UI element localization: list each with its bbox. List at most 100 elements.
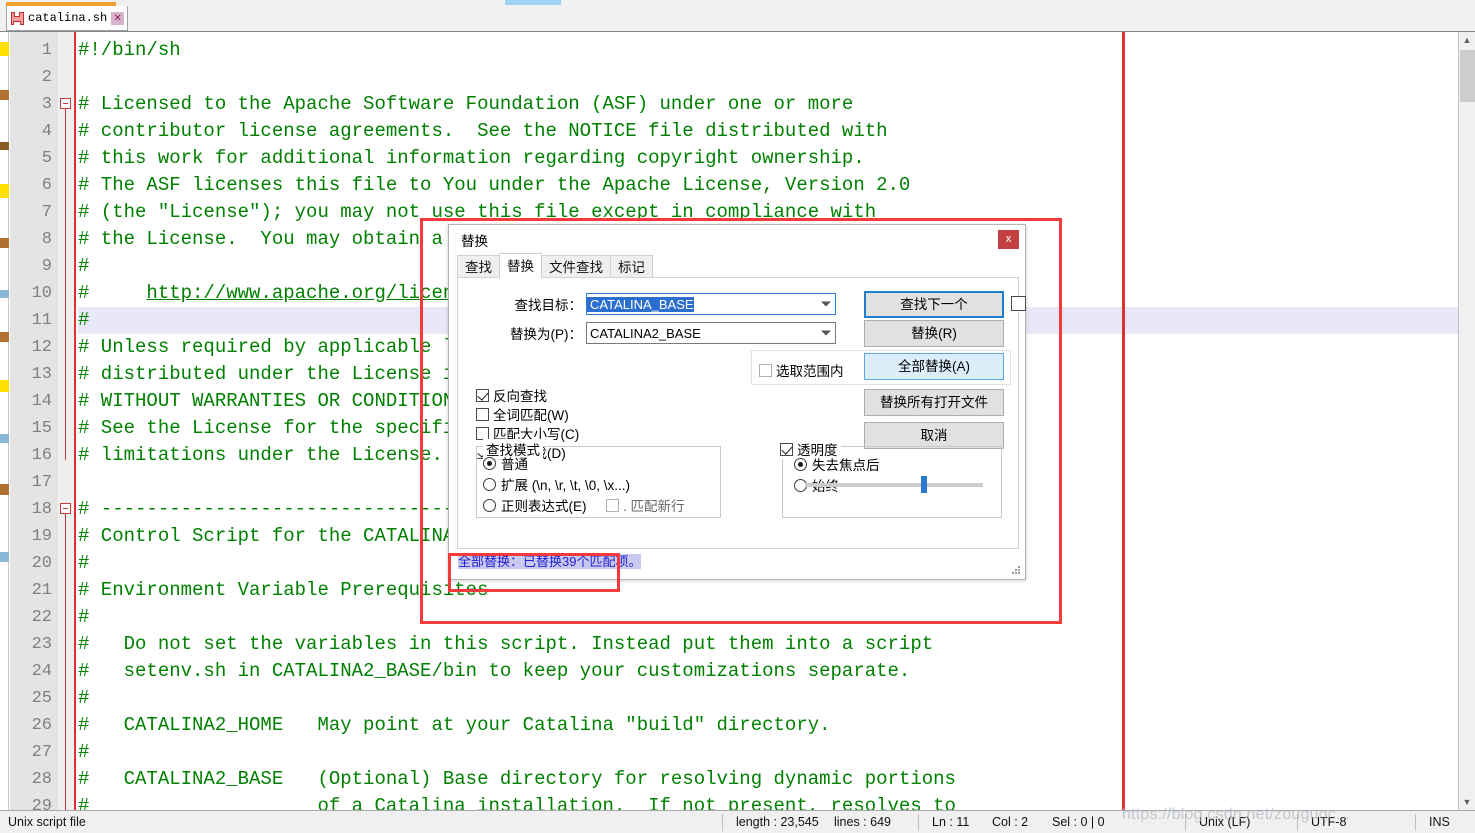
code-line[interactable]: #	[78, 604, 89, 631]
code-line[interactable]: # Licensed to the Apache Software Founda…	[78, 91, 853, 118]
dialog-close-button[interactable]: x	[998, 230, 1019, 249]
floppy-disk-icon	[11, 11, 24, 25]
fold-column[interactable]	[58, 32, 74, 811]
radio-indicator[interactable]	[483, 456, 496, 470]
document-map-marker	[0, 184, 9, 198]
chevron-down-icon[interactable]	[821, 330, 831, 336]
line-number: 2	[41, 68, 52, 87]
code-line[interactable]: #	[78, 685, 89, 712]
line-number: 21	[31, 581, 52, 600]
dialog-status-text: 全部替换：已替换39个匹配项。	[458, 554, 642, 569]
dialog-tab-2[interactable]: 文件查找	[541, 255, 611, 278]
find-next-button[interactable]: 查找下一个	[864, 291, 1004, 318]
vertical-scrollbar[interactable]: ▲ ▼	[1458, 32, 1475, 811]
status-length: length : 23,545	[736, 815, 819, 829]
search-mode-label: 扩展 (\n, \r, \t, \0, \x...)	[501, 478, 631, 493]
dot-matches-newline-row[interactable]: . 匹配新行	[606, 495, 685, 515]
in-selection-checkbox-row[interactable]: 选取范围内	[759, 360, 844, 380]
transparency-checkbox[interactable]	[780, 442, 793, 456]
scroll-down-icon[interactable]: ▼	[1459, 794, 1475, 811]
find-target-combo[interactable]: CATALINA_BASE	[586, 293, 836, 315]
fold-toggle-icon[interactable]	[60, 503, 71, 514]
line-number: 19	[31, 527, 52, 546]
tab-catalina-sh[interactable]: catalina.sh ✕	[6, 6, 129, 31]
find-target-label: 查找目标：	[514, 298, 583, 313]
code-line[interactable]: # The ASF licenses this file to You unde…	[78, 172, 910, 199]
search-option-checkbox[interactable]	[476, 388, 489, 402]
code-line[interactable]: #	[78, 307, 89, 334]
status-doc-type: Unix script file	[8, 815, 86, 829]
radio-indicator[interactable]	[483, 477, 496, 491]
dialog-tab-3[interactable]: 标记	[610, 255, 653, 278]
search-option-0[interactable]: 反向查找	[476, 385, 547, 405]
line-number: 10	[31, 284, 52, 303]
search-mode-radio-2[interactable]: 正则表达式(E)	[483, 495, 587, 515]
search-mode-radio-0[interactable]: 普通	[483, 453, 528, 473]
search-mode-radio-1[interactable]: 扩展 (\n, \r, \t, \0, \x...)	[483, 474, 630, 494]
radio-indicator[interactable]	[794, 457, 807, 471]
search-option-checkbox[interactable]	[476, 407, 489, 421]
in-selection-label: 选取范围内	[776, 364, 844, 379]
document-map-marker	[0, 552, 9, 562]
document-map-marker	[0, 90, 9, 100]
scrollbar-thumb[interactable]	[1460, 50, 1475, 102]
status-eol: Unix (LF)	[1199, 815, 1251, 829]
tab-label: catalina.sh	[28, 11, 108, 25]
search-mode-label: 普通	[501, 457, 528, 472]
dialog-tab-0[interactable]: 查找	[457, 255, 500, 278]
cancel-button[interactable]: 取消	[864, 422, 1004, 449]
code-line[interactable]: # Environment Variable Prerequisites	[78, 577, 488, 604]
code-line[interactable]: # of a Catalina installation. If not pre…	[78, 793, 956, 811]
line-number: 16	[31, 446, 52, 465]
code-line[interactable]: # Do not set the variables in this scrip…	[78, 631, 933, 658]
radio-indicator[interactable]	[483, 498, 496, 512]
chevron-down-icon[interactable]	[821, 301, 831, 307]
code-line[interactable]: # CATALINA2_BASE (Optional) Base directo…	[78, 766, 956, 793]
line-number: 25	[31, 689, 52, 708]
document-tab-bar: catalina.sh ✕	[0, 2, 1475, 32]
code-line[interactable]: # (the "License"); you may not use this …	[78, 199, 876, 226]
replace-panel: 查找目标： CATALINA_BASE 替换为(P)： CATALINA2_BA…	[457, 277, 1026, 549]
line-number: 13	[31, 365, 52, 384]
code-line[interactable]: #	[78, 739, 89, 766]
dot-matches-newline-label: . 匹配新行	[623, 499, 685, 514]
keep-dialog-open-checkbox[interactable]	[1011, 296, 1026, 311]
dialog-tab-1[interactable]: 替换	[499, 253, 542, 278]
search-option-checkbox[interactable]	[476, 426, 489, 440]
code-line[interactable]: # CATALINA2_HOME May point at your Catal…	[78, 712, 831, 739]
resize-grip-icon[interactable]	[1011, 566, 1021, 576]
line-number: 3	[41, 95, 52, 114]
notepadpp-window: catalina.sh ✕ 1 2 3 4 5 6 7 8 9 10 11 12 13 14 15 16 17 1…	[0, 0, 1475, 833]
document-map-marker	[0, 380, 9, 392]
code-line[interactable]: # limitations under the License.	[78, 442, 443, 469]
code-line[interactable]: # this work for additional information r…	[78, 145, 865, 172]
dot-matches-newline-checkbox[interactable]	[606, 498, 619, 512]
transparency-radio-0[interactable]: 失去焦点后	[794, 454, 880, 474]
code-line[interactable]: #!/bin/sh	[78, 37, 181, 64]
close-icon[interactable]: ✕	[111, 11, 125, 25]
code-line[interactable]: #	[78, 550, 89, 577]
replace-with-value[interactable]: CATALINA2_BASE	[587, 326, 701, 341]
line-number: 26	[31, 716, 52, 735]
code-line[interactable]: #	[78, 253, 89, 280]
code-line[interactable]: # setenv.sh in CATALINA2_BASE/bin to kee…	[78, 658, 910, 685]
find-target-value[interactable]: CATALINA_BASE	[587, 296, 694, 312]
transparency-slider-track[interactable]	[805, 483, 983, 487]
line-number: 24	[31, 662, 52, 681]
replace-all-open-files-button[interactable]: 替换所有打开文件	[864, 389, 1004, 416]
document-map-marker	[0, 434, 9, 443]
replace-all-button[interactable]: 全部替换(A)	[864, 353, 1004, 380]
replace-dialog[interactable]: 替换 x 查找 替换 文件查找 标记 查找目标： CATALINA_BASE 替换为(…	[448, 224, 1026, 580]
line-number: 4	[41, 122, 52, 141]
in-selection-checkbox[interactable]	[759, 363, 772, 377]
replace-with-combo[interactable]: CATALINA2_BASE	[586, 322, 836, 344]
search-option-1[interactable]: 全词匹配(W)	[476, 404, 569, 424]
replace-button[interactable]: 替换(R)	[864, 320, 1004, 347]
status-sel: Sel : 0 | 0	[1052, 815, 1105, 829]
fold-toggle-icon[interactable]	[60, 98, 71, 109]
code-line[interactable]: # contributor license agreements. See th…	[78, 118, 888, 145]
document-map-strip[interactable]	[0, 32, 9, 811]
line-number: 5	[41, 149, 52, 168]
transparency-slider-thumb[interactable]	[921, 476, 927, 493]
scroll-up-icon[interactable]: ▲	[1459, 32, 1475, 49]
